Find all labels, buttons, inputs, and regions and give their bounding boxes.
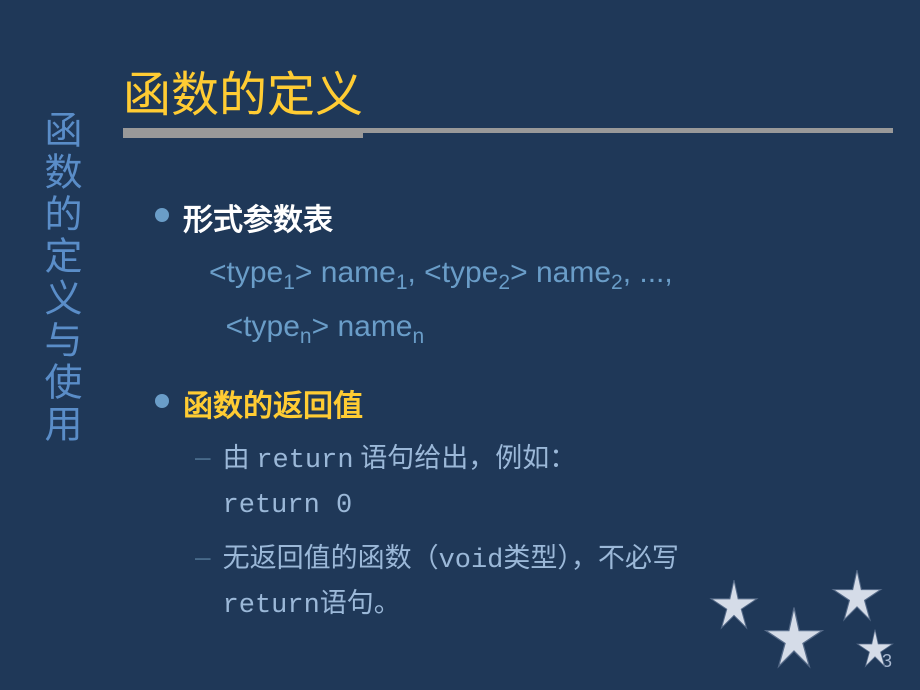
bullet-dot-icon: [155, 208, 169, 222]
code-text: return: [256, 446, 353, 476]
syntax-sub: 1: [283, 271, 295, 294]
syntax-sub: 1: [396, 271, 408, 294]
sidebar-title: 函数的定义与使用: [40, 110, 80, 446]
bullet-label: 形式参数表: [183, 195, 333, 239]
syntax-text: <type: [226, 310, 300, 343]
syntax-sub: n: [300, 325, 312, 348]
syntax-sub: 2: [498, 271, 510, 294]
bullet-item-params: 形式参数表: [155, 195, 895, 239]
slide: 函数的定义与使用 函数的定义 形式参数表 <type1> name1, <typ…: [0, 0, 920, 690]
page-title: 函数的定义: [123, 55, 363, 125]
text: 语句。: [320, 588, 401, 618]
syntax-text: <type: [209, 256, 283, 289]
syntax-text: > name: [312, 310, 413, 343]
bullet-label: 函数的返回值: [183, 381, 363, 425]
text: 类型），不必写: [503, 543, 679, 573]
text: 无返回值的函数（: [223, 543, 439, 573]
content-area: 形式参数表 <type1> name1, <type2> name2, ...,…: [155, 195, 895, 637]
bullet-dot-icon: [155, 394, 169, 408]
syntax-text: , ...,: [623, 256, 673, 289]
star-icon: [708, 578, 760, 630]
syntax-text: > name: [295, 256, 396, 289]
syntax-sub: 2: [611, 271, 623, 294]
syntax-text: > name: [510, 256, 611, 289]
syntax-sub: n: [413, 325, 425, 348]
dash-text: 由 return 语句给出，例如：return 0: [223, 437, 577, 527]
star-icon: [762, 605, 826, 669]
code-text: return: [223, 591, 320, 621]
dash-icon: –: [195, 541, 211, 573]
text: 由: [223, 443, 257, 473]
star-icon: [830, 568, 884, 622]
star-icon: [855, 628, 895, 668]
title-underline: [123, 128, 893, 133]
code-text: void: [439, 546, 504, 576]
dash-text: 无返回值的函数（void类型），不必写 return语句。: [223, 537, 679, 627]
syntax-text: , <type: [408, 256, 499, 289]
syntax-line: <type1> name1, <type2> name2, ..., <type…: [209, 251, 895, 359]
code-text: return 0: [223, 491, 353, 521]
bullet-item-return: 函数的返回值: [155, 381, 895, 425]
dash-icon: –: [195, 441, 211, 473]
dash-item: – 由 return 语句给出，例如：return 0: [195, 437, 895, 527]
text: 语句给出，例如：: [354, 443, 577, 473]
